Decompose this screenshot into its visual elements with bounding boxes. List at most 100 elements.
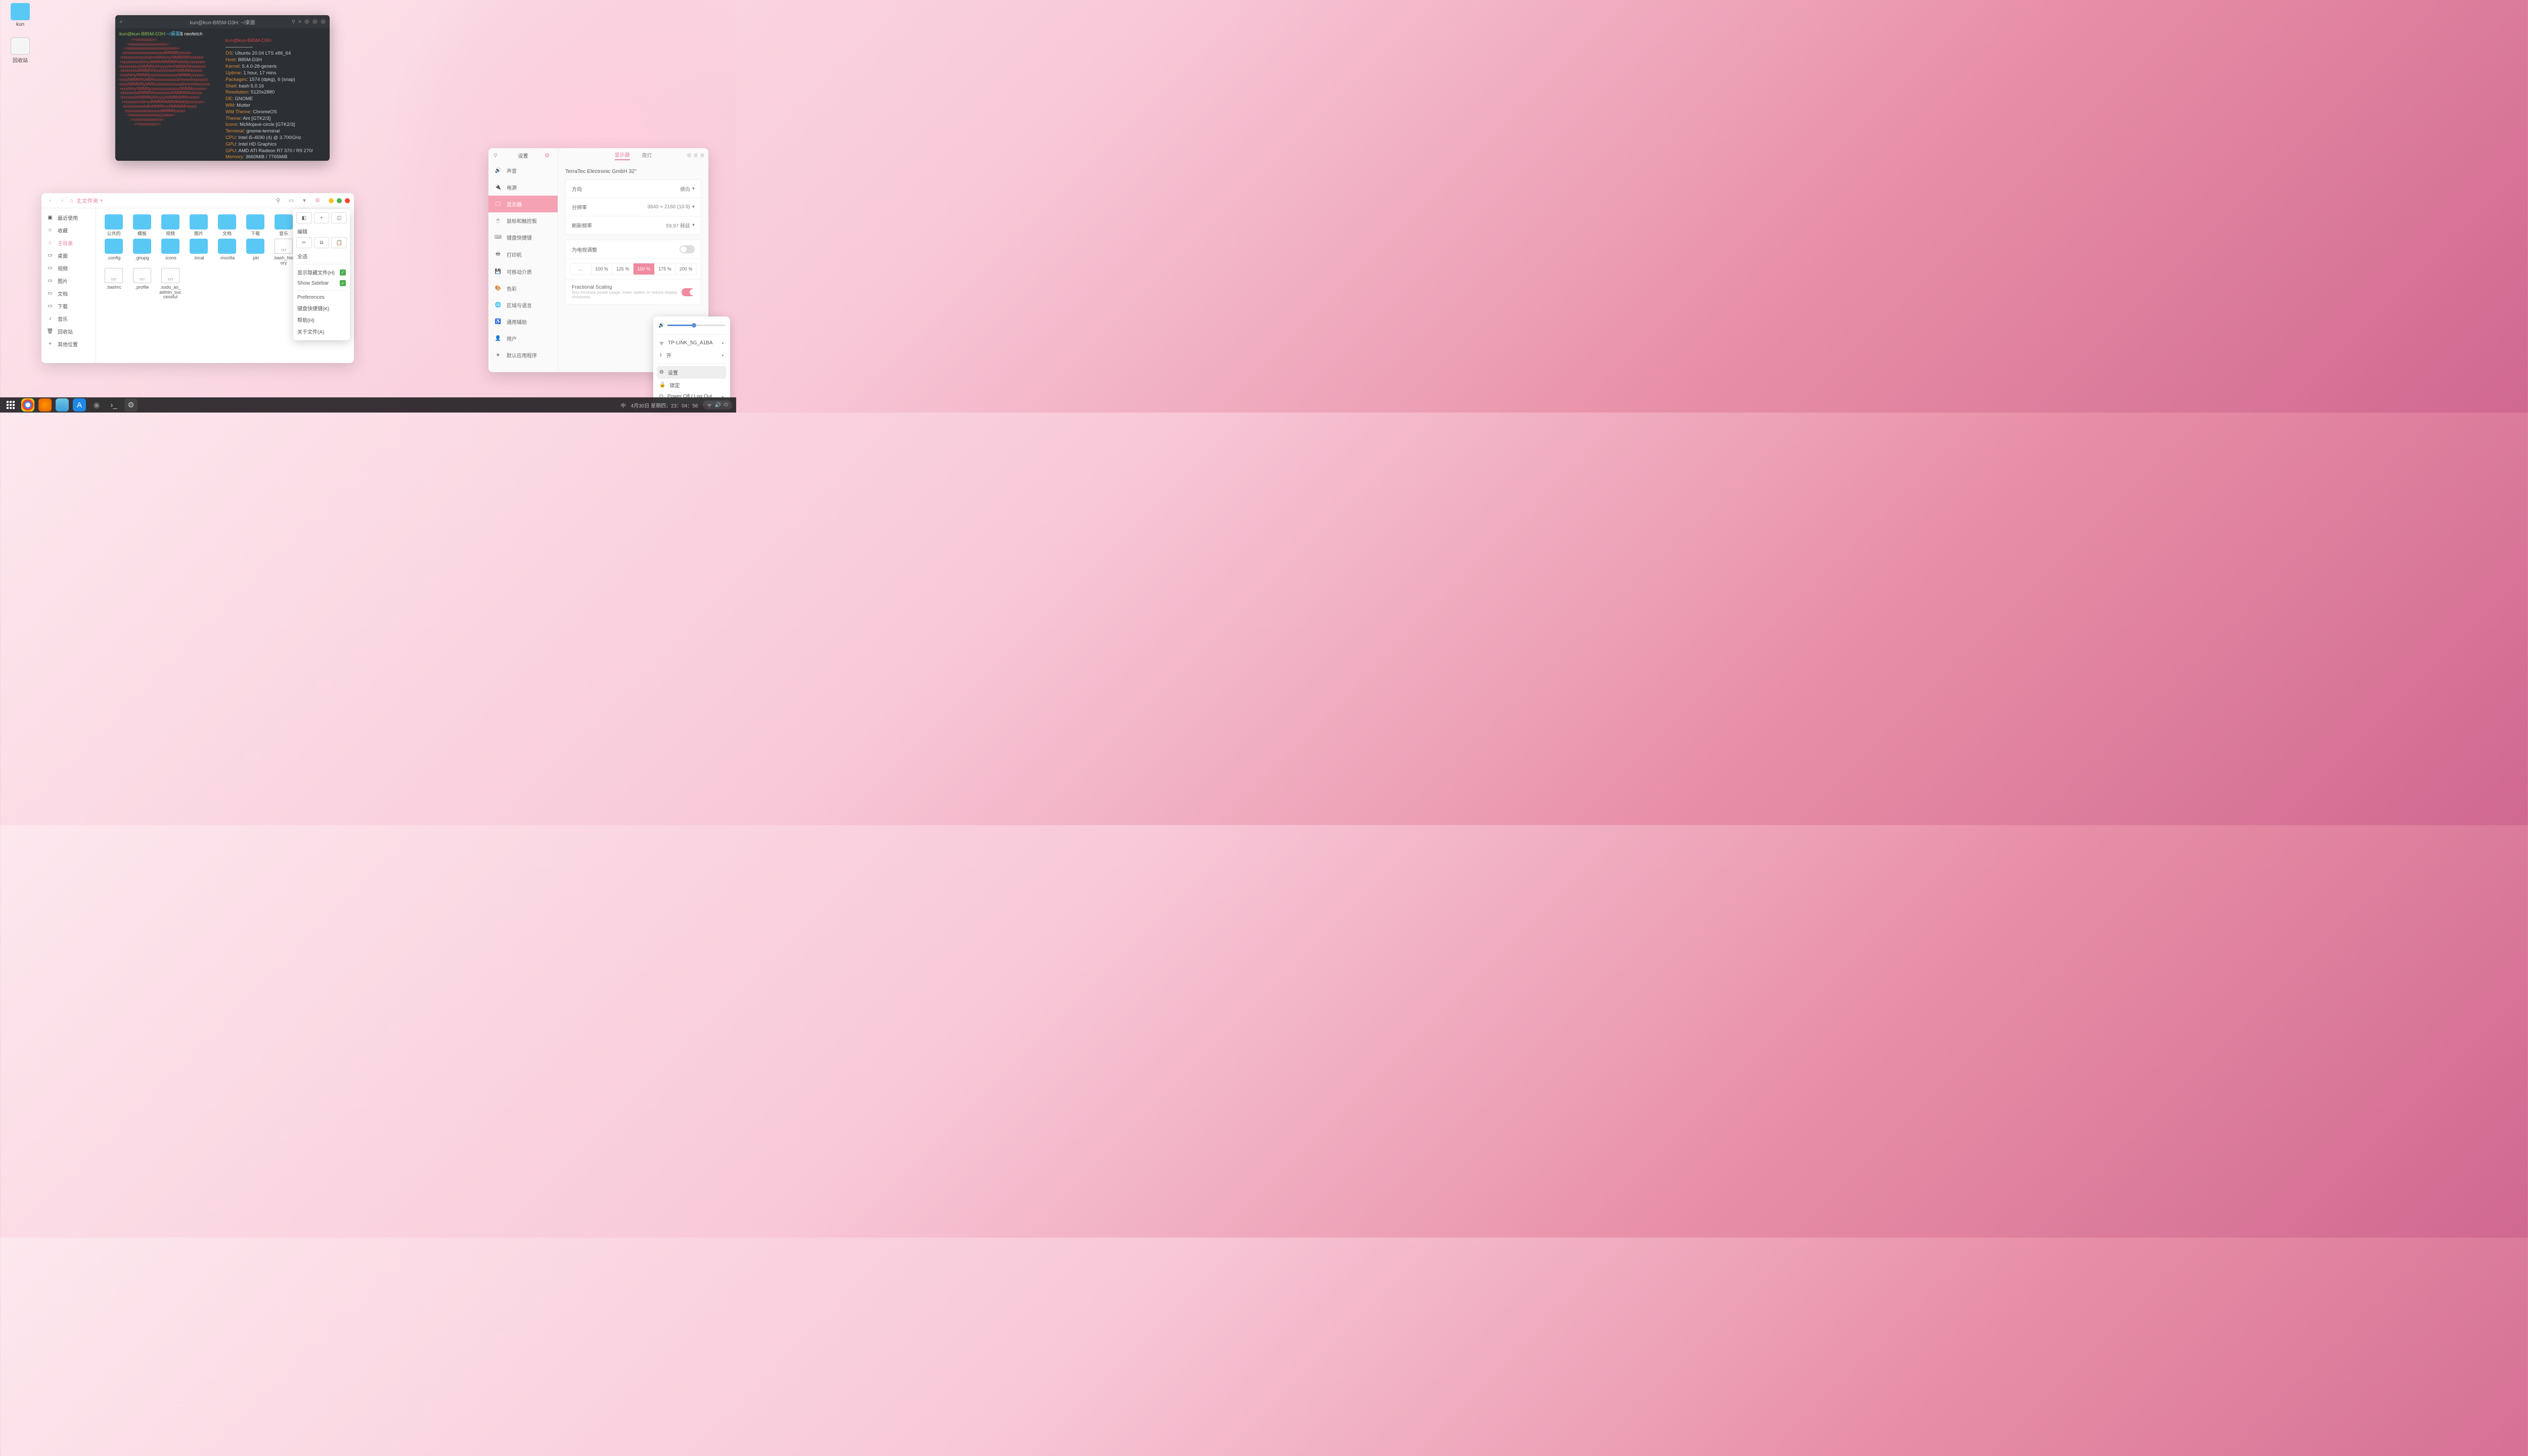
settings-category[interactable]: 🖱鼠标和触控板 <box>488 212 558 229</box>
terminal-titlebar[interactable]: + kun@kun-B85M-D3H: ~/桌面 ⚲ ≡ <box>115 15 330 28</box>
file-item[interactable]: .icons <box>159 239 182 266</box>
settings-category[interactable]: 💾可移动介质 <box>488 263 558 280</box>
settings-category[interactable]: 🖵显示器 <box>488 196 558 212</box>
apps-button[interactable] <box>4 398 17 412</box>
terminal-window[interactable]: + kun@kun-B85M-D3H: ~/桌面 ⚲ ≡ kun@kun-B85… <box>115 15 330 161</box>
close-icon[interactable] <box>321 19 326 24</box>
setting-resolution[interactable]: 分辨率3840 × 2160 (16∶9) ▾ <box>566 198 701 216</box>
menu-shortcuts[interactable]: 键盘快捷键(K) <box>296 302 347 314</box>
sidebar-item[interactable]: ▭文档 <box>41 287 96 300</box>
ime-indicator[interactable]: 中 <box>621 401 626 409</box>
settings-category[interactable]: ★默认应用程序 <box>488 347 558 363</box>
desktop-trash[interactable]: 回收站 <box>5 37 35 64</box>
menu-icon[interactable]: ≡ <box>298 19 301 25</box>
maximize-icon[interactable] <box>312 19 318 24</box>
maximize-icon[interactable] <box>694 153 698 157</box>
bookmark-button[interactable]: ◫ <box>331 212 347 223</box>
file-item[interactable]: 文档 <box>215 214 239 237</box>
file-item[interactable]: .profile <box>130 268 154 300</box>
minimize-icon[interactable] <box>304 19 309 24</box>
nav-forward-icon[interactable]: › <box>58 196 67 205</box>
clock[interactable]: 4月30日 星期四，23：04：56 <box>631 401 698 409</box>
menu-wifi[interactable]: ᯤTP-LINK_5G_A1BA▸ <box>657 337 726 349</box>
settings-category[interactable]: 🔌电源 <box>488 179 558 196</box>
maximize-icon[interactable] <box>337 198 342 203</box>
terminal-body[interactable]: kun@kun-B85M-D3H:~/桌面$ neofetch .-/+ooss… <box>115 28 330 161</box>
sidebar-item[interactable]: 🗑回收站 <box>41 325 96 338</box>
file-item[interactable]: .pki <box>244 239 267 266</box>
new-folder-button[interactable]: + <box>314 212 330 223</box>
menu-show-sidebar[interactable]: Show Sidebar✓ <box>296 278 347 288</box>
sidebar-item[interactable]: ▣最近使用 <box>41 211 96 224</box>
view-toggle-icon[interactable]: ▭ <box>286 196 296 206</box>
scale-button[interactable]: 150 % <box>634 263 655 275</box>
file-item[interactable]: .mozilla <box>215 239 239 266</box>
dock-files[interactable] <box>56 398 69 412</box>
scale-button[interactable]: … <box>570 263 592 275</box>
file-item[interactable]: .bashrc <box>102 268 125 300</box>
file-item[interactable]: 图片 <box>187 214 210 237</box>
close-icon[interactable] <box>700 153 704 157</box>
file-item[interactable]: .sudo_as_admin_successful <box>159 268 182 300</box>
settings-category[interactable]: 🌐区域与语言 <box>488 297 558 313</box>
menu-bluetooth[interactable]: ᚼ开▸ <box>657 349 726 361</box>
dock-tweaks[interactable]: ◉ <box>90 398 103 412</box>
sidebar-item[interactable]: ▭图片 <box>41 275 96 287</box>
toggle-switch[interactable] <box>680 245 695 253</box>
setting-refresh[interactable]: 刷新频率59.97 赫兹 ▾ <box>566 216 701 234</box>
settings-category[interactable]: ⌨键盘快捷键 <box>488 229 558 246</box>
menu-help[interactable]: 帮助(H) <box>296 314 347 326</box>
menu-show-hidden[interactable]: 显示隐藏文件(H)✓ <box>296 266 347 278</box>
scale-button[interactable]: 200 % <box>675 263 696 275</box>
sidebar-item[interactable]: ▭下载 <box>41 300 96 312</box>
settings-category[interactable]: 👤用户 <box>488 330 558 347</box>
sidebar-item[interactable]: ▭桌面 <box>41 249 96 262</box>
status-area[interactable]: ᯤ 🔊 ⏻ <box>703 400 732 410</box>
copy-button[interactable]: ⧉ <box>314 237 330 248</box>
close-icon[interactable] <box>345 198 350 203</box>
settings-category[interactable]: 🎨色彩 <box>488 280 558 297</box>
file-item[interactable]: .local <box>187 239 210 266</box>
settings-category[interactable]: ♿通用辅助 <box>488 313 558 330</box>
menu-about[interactable]: 关于文件(A) <box>296 326 347 337</box>
sidebar-item[interactable]: ♪音乐 <box>41 312 96 325</box>
dock-chrome[interactable] <box>21 398 34 412</box>
scale-button[interactable]: 125 % <box>612 263 634 275</box>
file-item[interactable]: 公共的 <box>102 214 125 237</box>
tab-nightlight[interactable]: 夜灯 <box>642 151 652 160</box>
file-item[interactable]: 下载 <box>244 214 267 237</box>
file-item[interactable]: 模板 <box>130 214 154 237</box>
settings-category[interactable]: 🖶打印机 <box>488 246 558 263</box>
file-item[interactable]: 视频 <box>159 214 182 237</box>
file-item[interactable]: .config <box>102 239 125 266</box>
settings-category[interactable]: 🔊声音 <box>488 162 558 179</box>
search-icon[interactable]: ⚲ <box>292 19 295 25</box>
gear-icon[interactable]: ⚙ <box>312 196 323 206</box>
sidebar-item[interactable]: ▭视频 <box>41 262 96 275</box>
dock-settings[interactable]: ⚙ <box>124 398 138 412</box>
scale-button[interactable]: 175 % <box>655 263 676 275</box>
desktop-folder-home[interactable]: kun <box>5 3 35 27</box>
file-item[interactable]: .gnupg <box>130 239 154 266</box>
setting-fractional-scaling[interactable]: Fractional ScalingMay increase power usa… <box>566 280 701 304</box>
nav-back-icon[interactable]: ‹ <box>46 196 55 205</box>
menu-lock[interactable]: 🔒锁定 <box>657 379 726 391</box>
volume-slider[interactable] <box>667 325 725 326</box>
sidebar-item[interactable]: ☆收藏 <box>41 224 96 237</box>
search-icon[interactable]: ⚲ <box>493 152 498 159</box>
sidebar-item[interactable]: ⌂主目录 <box>41 237 96 249</box>
menu-select-all[interactable]: 全选 <box>296 250 347 262</box>
home-icon[interactable]: ⌂ <box>70 198 73 204</box>
cut-button[interactable]: ✂ <box>296 237 312 248</box>
scale-button[interactable]: 100 % <box>592 263 613 275</box>
gear-icon[interactable]: ⚙ <box>545 152 550 159</box>
file-item[interactable]: .bash_history <box>272 239 295 266</box>
minimize-icon[interactable] <box>687 153 691 157</box>
setting-orientation[interactable]: 方向横向 ▾ <box>566 180 701 198</box>
new-tab-button[interactable]: ◧ <box>296 212 312 223</box>
dock-firefox[interactable] <box>38 398 52 412</box>
paste-button[interactable]: 📋 <box>331 237 347 248</box>
setting-tv-adjust[interactable]: 为电视调整 <box>566 240 701 259</box>
file-item[interactable]: 音乐 <box>272 214 295 237</box>
tab-displays[interactable]: 显示器 <box>615 151 630 160</box>
